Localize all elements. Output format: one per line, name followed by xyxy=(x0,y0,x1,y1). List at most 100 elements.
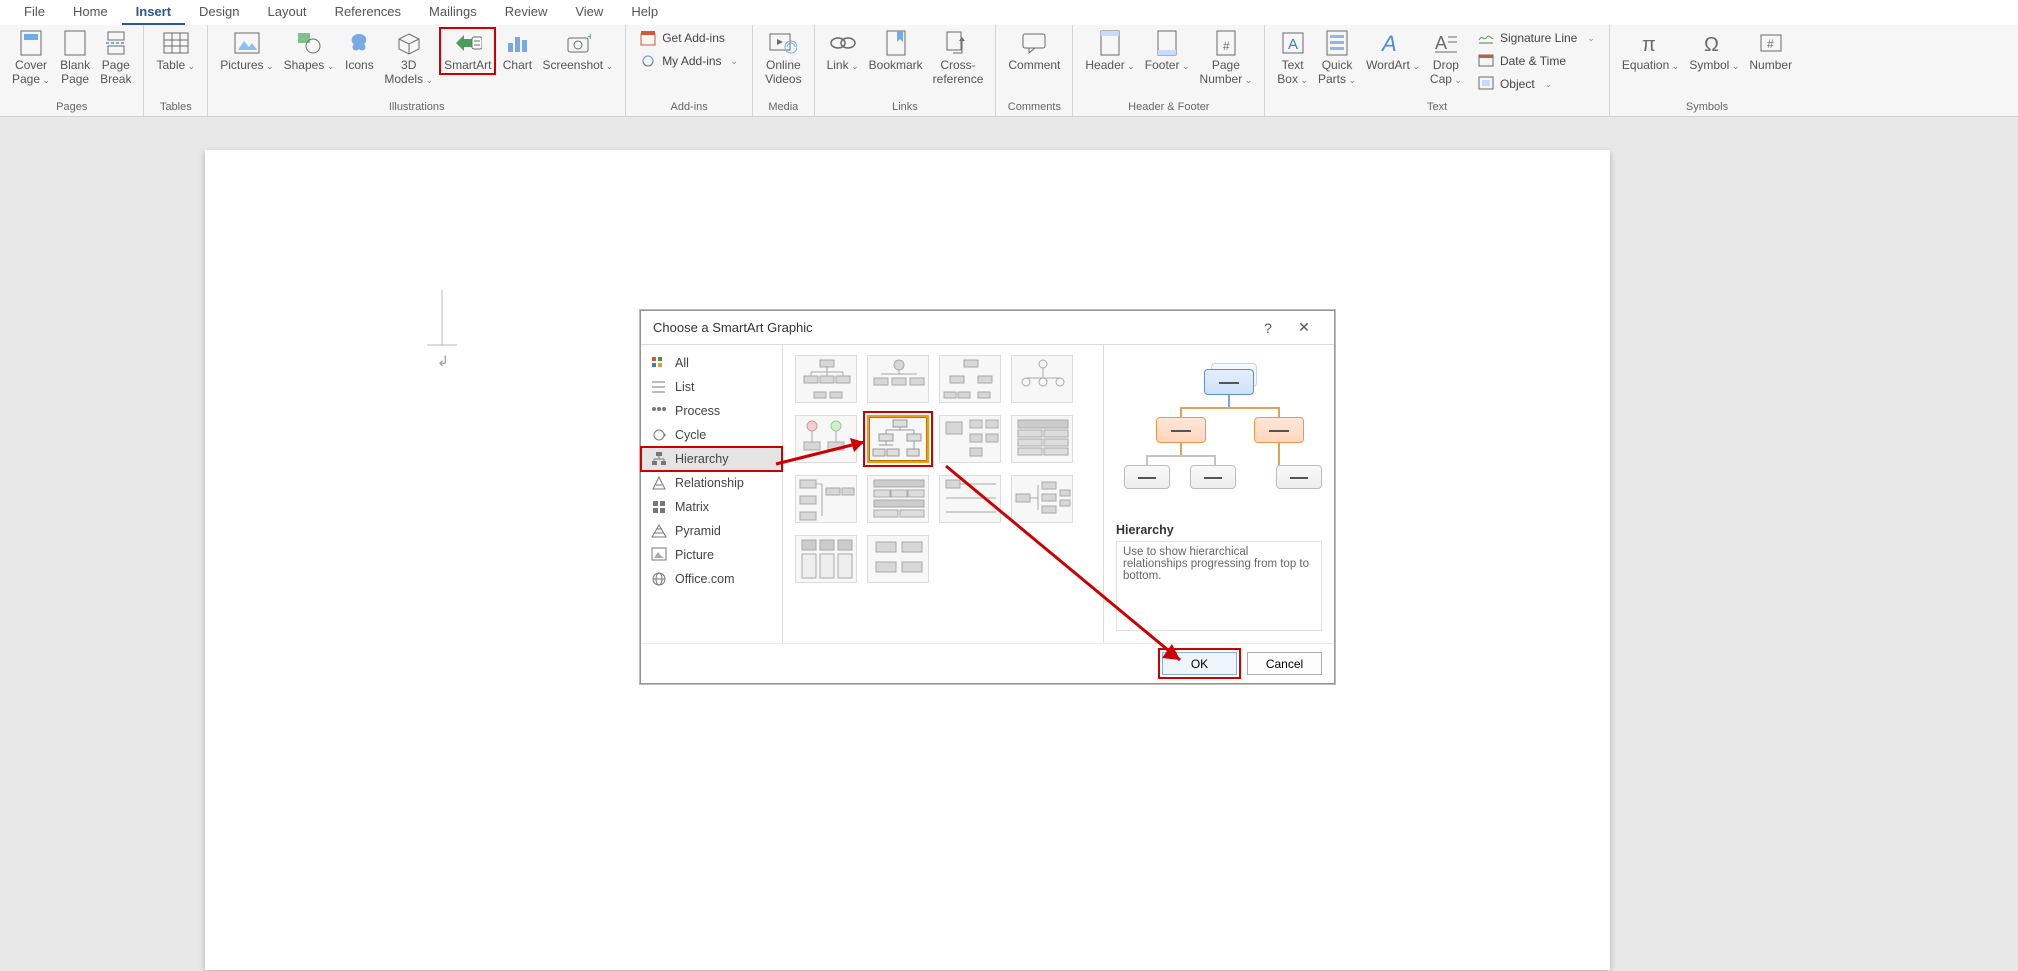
dialog-close-button[interactable]: ✕ xyxy=(1286,319,1322,336)
drop-cap-button[interactable]: A DropCap xyxy=(1426,27,1466,89)
link-icon xyxy=(829,29,857,57)
dialog-help-button[interactable]: ? xyxy=(1250,320,1286,336)
shapes-icon xyxy=(295,29,323,57)
all-icon xyxy=(651,355,667,371)
shapes-button[interactable]: Shapes xyxy=(280,27,339,75)
tab-view[interactable]: View xyxy=(561,0,617,25)
tab-mailings[interactable]: Mailings xyxy=(415,0,491,25)
blank-page-button[interactable]: BlankPage xyxy=(56,27,94,89)
cat-picture[interactable]: Picture xyxy=(641,543,782,567)
smartart-thumb[interactable] xyxy=(795,475,857,523)
smartart-button[interactable]: SmartArt xyxy=(439,27,496,75)
pictures-button[interactable]: Pictures xyxy=(216,27,277,75)
smartart-thumb[interactable] xyxy=(939,475,1001,523)
smartart-thumb[interactable] xyxy=(795,535,857,583)
tab-insert[interactable]: Insert xyxy=(122,0,185,25)
page-number-button[interactable]: # PageNumber xyxy=(1196,27,1257,89)
get-addins-button[interactable]: Get Add-ins xyxy=(634,27,744,49)
smartart-thumb[interactable] xyxy=(867,355,929,403)
preview-title: Hierarchy xyxy=(1116,523,1322,537)
smartart-thumb[interactable] xyxy=(939,355,1001,403)
quick-parts-button[interactable]: QuickParts xyxy=(1314,27,1360,89)
text-box-button[interactable]: A TextBox xyxy=(1273,27,1312,89)
smartart-thumb[interactable] xyxy=(939,415,1001,463)
text-box-icon: A xyxy=(1279,29,1307,57)
smartart-thumb[interactable] xyxy=(795,355,857,403)
cross-reference-button[interactable]: Cross-reference xyxy=(929,27,988,89)
cat-cycle[interactable]: Cycle xyxy=(641,423,782,447)
group-media: OnlineVideos Media xyxy=(753,25,814,116)
my-addins-button[interactable]: My Add-ins⌄ xyxy=(634,50,744,72)
symbol-button[interactable]: Ω Symbol xyxy=(1685,27,1743,75)
group-label-addins: Add-ins xyxy=(634,99,744,116)
tab-layout[interactable]: Layout xyxy=(254,0,321,25)
svg-text:A: A xyxy=(1435,33,1447,53)
page-break-button[interactable]: PageBreak xyxy=(96,27,135,89)
cat-relationship[interactable]: Relationship xyxy=(641,471,782,495)
officecom-icon xyxy=(651,571,667,587)
matrix-icon xyxy=(651,499,667,515)
pyramid-icon xyxy=(651,523,667,539)
icons-button[interactable]: Icons xyxy=(340,27,378,75)
tab-references[interactable]: References xyxy=(321,0,415,25)
date-time-button[interactable]: Date & Time xyxy=(1472,50,1601,72)
smartart-thumb[interactable] xyxy=(795,415,857,463)
signature-line-button[interactable]: Signature Line⌄ xyxy=(1472,27,1601,49)
signature-icon xyxy=(1478,30,1494,46)
online-videos-button[interactable]: OnlineVideos xyxy=(761,27,805,89)
3d-models-button[interactable]: 3DModels xyxy=(380,27,437,89)
smartart-thumb[interactable] xyxy=(1011,355,1073,403)
wordart-button[interactable]: A WordArt xyxy=(1362,27,1424,75)
group-label-media: Media xyxy=(761,99,805,116)
cat-pyramid[interactable]: Pyramid xyxy=(641,519,782,543)
ok-button[interactable]: OK xyxy=(1162,652,1237,675)
wordart-icon: A xyxy=(1379,29,1407,57)
comment-button[interactable]: Comment xyxy=(1004,27,1064,75)
equation-button[interactable]: π Equation xyxy=(1618,27,1683,75)
menu-tabs: File Home Insert Design Layout Reference… xyxy=(0,0,2018,25)
cover-page-button[interactable]: CoverPage xyxy=(8,27,54,89)
smartart-thumb-selected[interactable] xyxy=(867,415,929,463)
header-icon xyxy=(1096,29,1124,57)
tab-review[interactable]: Review xyxy=(491,0,562,25)
cat-process[interactable]: Process xyxy=(641,399,782,423)
group-links: Link Bookmark Cross-reference Links xyxy=(815,25,997,116)
group-label-tables: Tables xyxy=(152,99,199,116)
cat-officecom[interactable]: Office.com xyxy=(641,567,782,591)
screenshot-button[interactable]: + Screenshot xyxy=(538,27,617,75)
number-button[interactable]: # Number xyxy=(1745,27,1796,75)
footer-button[interactable]: Footer xyxy=(1141,27,1194,75)
chart-button[interactable]: Chart xyxy=(498,27,536,75)
cat-list[interactable]: List xyxy=(641,375,782,399)
table-button[interactable]: Table xyxy=(152,27,199,75)
cat-matrix[interactable]: Matrix xyxy=(641,495,782,519)
relationship-icon xyxy=(651,475,667,491)
tab-help[interactable]: Help xyxy=(617,0,672,25)
object-button[interactable]: Object⌄ xyxy=(1472,73,1601,95)
page-margin-marker: ↲ xyxy=(427,290,457,370)
group-headerfooter: Header Footer # PageNumber Header & Foot… xyxy=(1073,25,1265,116)
tab-file[interactable]: File xyxy=(10,0,59,25)
header-button[interactable]: Header xyxy=(1081,27,1138,75)
smartart-thumb[interactable] xyxy=(867,475,929,523)
smartart-thumb[interactable] xyxy=(1011,475,1073,523)
number-icon: # xyxy=(1757,29,1785,57)
tab-design[interactable]: Design xyxy=(185,0,253,25)
smartart-gallery xyxy=(783,345,1104,643)
cat-all[interactable]: All xyxy=(641,351,782,375)
group-label-links: Links xyxy=(823,99,988,116)
group-label-pages: Pages xyxy=(8,99,135,116)
cat-hierarchy[interactable]: Hierarchy xyxy=(641,447,782,471)
cancel-button[interactable]: Cancel xyxy=(1247,652,1322,675)
smartart-thumb[interactable] xyxy=(1011,415,1073,463)
bookmark-button[interactable]: Bookmark xyxy=(865,27,927,75)
svg-text:A: A xyxy=(1380,31,1397,55)
smartart-thumb[interactable] xyxy=(867,535,929,583)
link-button[interactable]: Link xyxy=(823,27,863,75)
3d-models-icon xyxy=(395,29,423,57)
dialog-title-text: Choose a SmartArt Graphic xyxy=(653,320,813,335)
page-break-icon xyxy=(102,29,130,57)
object-icon xyxy=(1478,76,1494,92)
tab-home[interactable]: Home xyxy=(59,0,122,25)
group-label-text: Text xyxy=(1273,99,1601,116)
